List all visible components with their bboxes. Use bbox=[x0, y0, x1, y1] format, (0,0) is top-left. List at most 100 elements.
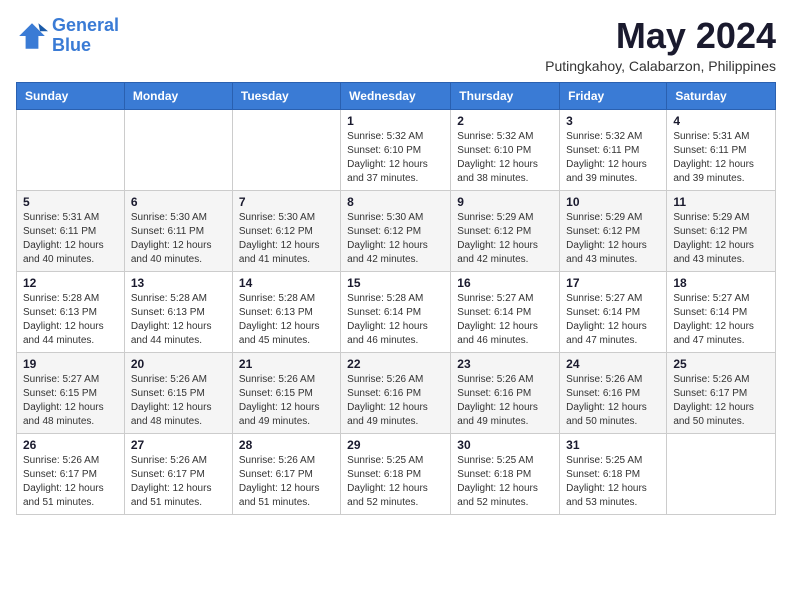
calendar-cell: 23 Sunrise: 5:26 AM Sunset: 6:16 PM Dayli… bbox=[451, 352, 560, 433]
day-number: 4 bbox=[673, 114, 769, 128]
day-number: 6 bbox=[131, 195, 226, 209]
calendar-cell: 1Sunrise: 5:32 AM Sunset: 6:10 PM Daylig… bbox=[341, 109, 451, 190]
day-info: Sunrise: 5:27 AM Sunset: 6:15 PM Dayligh… bbox=[23, 373, 118, 429]
day-number: 17 bbox=[566, 276, 660, 290]
calendar-cell: 31 Sunrise: 5:25 AM Sunset: 6:18 PM Dayli… bbox=[560, 433, 667, 514]
calendar-cell: 25 Sunrise: 5:26 AM Sunset: 6:17 PM Dayli… bbox=[667, 352, 776, 433]
day-number: 3 bbox=[566, 114, 660, 128]
day-number: 26 bbox=[23, 438, 118, 452]
header-saturday: Saturday bbox=[667, 82, 776, 109]
calendar-cell: 9 Sunrise: 5:29 AM Sunset: 6:12 PM Daylig… bbox=[451, 190, 560, 271]
day-number: 29 bbox=[347, 438, 444, 452]
day-number: 21 bbox=[239, 357, 334, 371]
day-info: Sunrise: 5:30 AM Sunset: 6:12 PM Dayligh… bbox=[239, 211, 334, 267]
day-info: Sunrise: 5:29 AM Sunset: 6:12 PM Dayligh… bbox=[457, 211, 553, 267]
calendar-week-4: 19 Sunrise: 5:27 AM Sunset: 6:15 PM Dayli… bbox=[17, 352, 776, 433]
calendar-cell: 16 Sunrise: 5:27 AM Sunset: 6:14 PM Dayli… bbox=[451, 271, 560, 352]
day-info: Sunrise: 5:31 AM Sunset: 6:11 PM Dayligh… bbox=[23, 211, 118, 267]
day-number: 20 bbox=[131, 357, 226, 371]
calendar-week-1: 1Sunrise: 5:32 AM Sunset: 6:10 PM Daylig… bbox=[17, 109, 776, 190]
day-info: Sunrise: 5:26 AM Sunset: 6:15 PM Dayligh… bbox=[131, 373, 226, 429]
day-number: 27 bbox=[131, 438, 226, 452]
day-number: 24 bbox=[566, 357, 660, 371]
calendar-cell: 13Sunrise: 5:28 AM Sunset: 6:13 PM Dayli… bbox=[124, 271, 232, 352]
day-number: 13 bbox=[131, 276, 226, 290]
calendar-cell: 17 Sunrise: 5:27 AM Sunset: 6:14 PM Dayli… bbox=[560, 271, 667, 352]
day-number: 12 bbox=[23, 276, 118, 290]
calendar-cell: 2 Sunrise: 5:32 AM Sunset: 6:10 PM Daylig… bbox=[451, 109, 560, 190]
day-info: Sunrise: 5:32 AM Sunset: 6:10 PM Dayligh… bbox=[457, 130, 553, 186]
calendar-cell: 28 Sunrise: 5:26 AM Sunset: 6:17 PM Dayli… bbox=[232, 433, 340, 514]
day-info: Sunrise: 5:26 AM Sunset: 6:16 PM Dayligh… bbox=[566, 373, 660, 429]
calendar-header-row: SundayMondayTuesdayWednesdayThursdayFrid… bbox=[17, 82, 776, 109]
day-info: Sunrise: 5:29 AM Sunset: 6:12 PM Dayligh… bbox=[673, 211, 769, 267]
day-number: 19 bbox=[23, 357, 118, 371]
calendar-cell: 29Sunrise: 5:25 AM Sunset: 6:18 PM Dayli… bbox=[341, 433, 451, 514]
calendar-cell bbox=[667, 433, 776, 514]
calendar-cell: 4 Sunrise: 5:31 AM Sunset: 6:11 PM Daylig… bbox=[667, 109, 776, 190]
day-info: Sunrise: 5:28 AM Sunset: 6:13 PM Dayligh… bbox=[239, 292, 334, 348]
day-number: 25 bbox=[673, 357, 769, 371]
day-info: Sunrise: 5:31 AM Sunset: 6:11 PM Dayligh… bbox=[673, 130, 769, 186]
day-number: 31 bbox=[566, 438, 660, 452]
day-info: Sunrise: 5:26 AM Sunset: 6:17 PM Dayligh… bbox=[673, 373, 769, 429]
header-friday: Friday bbox=[560, 82, 667, 109]
day-number: 28 bbox=[239, 438, 334, 452]
day-number: 30 bbox=[457, 438, 553, 452]
calendar-cell bbox=[232, 109, 340, 190]
header-wednesday: Wednesday bbox=[341, 82, 451, 109]
day-info: Sunrise: 5:26 AM Sunset: 6:16 PM Dayligh… bbox=[457, 373, 553, 429]
day-info: Sunrise: 5:26 AM Sunset: 6:17 PM Dayligh… bbox=[131, 454, 226, 510]
logo-icon bbox=[16, 20, 48, 52]
day-number: 15 bbox=[347, 276, 444, 290]
day-info: Sunrise: 5:25 AM Sunset: 6:18 PM Dayligh… bbox=[457, 454, 553, 510]
day-info: Sunrise: 5:30 AM Sunset: 6:12 PM Dayligh… bbox=[347, 211, 444, 267]
calendar-cell: 10 Sunrise: 5:29 AM Sunset: 6:12 PM Dayli… bbox=[560, 190, 667, 271]
day-info: Sunrise: 5:26 AM Sunset: 6:17 PM Dayligh… bbox=[23, 454, 118, 510]
day-number: 5 bbox=[23, 195, 118, 209]
title-block: May 2024 Putingkahoy, Calabarzon, Philip… bbox=[545, 16, 776, 74]
logo-text: General Blue bbox=[52, 16, 119, 56]
calendar-cell: 19 Sunrise: 5:27 AM Sunset: 6:15 PM Dayli… bbox=[17, 352, 125, 433]
day-info: Sunrise: 5:25 AM Sunset: 6:18 PM Dayligh… bbox=[566, 454, 660, 510]
day-number: 18 bbox=[673, 276, 769, 290]
day-info: Sunrise: 5:27 AM Sunset: 6:14 PM Dayligh… bbox=[566, 292, 660, 348]
day-number: 11 bbox=[673, 195, 769, 209]
day-info: Sunrise: 5:26 AM Sunset: 6:16 PM Dayligh… bbox=[347, 373, 444, 429]
day-number: 22 bbox=[347, 357, 444, 371]
calendar-cell: 18 Sunrise: 5:27 AM Sunset: 6:14 PM Dayli… bbox=[667, 271, 776, 352]
day-number: 23 bbox=[457, 357, 553, 371]
calendar-week-2: 5 Sunrise: 5:31 AM Sunset: 6:11 PM Daylig… bbox=[17, 190, 776, 271]
calendar-cell: 20 Sunrise: 5:26 AM Sunset: 6:15 PM Dayli… bbox=[124, 352, 232, 433]
day-info: Sunrise: 5:27 AM Sunset: 6:14 PM Dayligh… bbox=[673, 292, 769, 348]
calendar-cell: 3Sunrise: 5:32 AM Sunset: 6:11 PM Daylig… bbox=[560, 109, 667, 190]
calendar-cell: 11 Sunrise: 5:29 AM Sunset: 6:12 PM Dayli… bbox=[667, 190, 776, 271]
day-info: Sunrise: 5:28 AM Sunset: 6:14 PM Dayligh… bbox=[347, 292, 444, 348]
day-number: 16 bbox=[457, 276, 553, 290]
calendar-cell bbox=[17, 109, 125, 190]
day-info: Sunrise: 5:29 AM Sunset: 6:12 PM Dayligh… bbox=[566, 211, 660, 267]
day-number: 9 bbox=[457, 195, 553, 209]
header-tuesday: Tuesday bbox=[232, 82, 340, 109]
calendar-week-5: 26 Sunrise: 5:26 AM Sunset: 6:17 PM Dayli… bbox=[17, 433, 776, 514]
day-info: Sunrise: 5:30 AM Sunset: 6:11 PM Dayligh… bbox=[131, 211, 226, 267]
calendar-cell bbox=[124, 109, 232, 190]
calendar-cell: 5 Sunrise: 5:31 AM Sunset: 6:11 PM Daylig… bbox=[17, 190, 125, 271]
day-number: 10 bbox=[566, 195, 660, 209]
calendar-cell: 12 Sunrise: 5:28 AM Sunset: 6:13 PM Dayli… bbox=[17, 271, 125, 352]
day-info: Sunrise: 5:28 AM Sunset: 6:13 PM Dayligh… bbox=[23, 292, 118, 348]
day-number: 2 bbox=[457, 114, 553, 128]
day-info: Sunrise: 5:27 AM Sunset: 6:14 PM Dayligh… bbox=[457, 292, 553, 348]
calendar-cell: 6 Sunrise: 5:30 AM Sunset: 6:11 PM Daylig… bbox=[124, 190, 232, 271]
month-title: May 2024 bbox=[545, 16, 776, 56]
calendar-cell: 15 Sunrise: 5:28 AM Sunset: 6:14 PM Dayli… bbox=[341, 271, 451, 352]
day-info: Sunrise: 5:32 AM Sunset: 6:10 PM Dayligh… bbox=[347, 130, 444, 186]
day-info: Sunrise: 5:26 AM Sunset: 6:17 PM Dayligh… bbox=[239, 454, 334, 510]
calendar-cell: 26 Sunrise: 5:26 AM Sunset: 6:17 PM Dayli… bbox=[17, 433, 125, 514]
location: Putingkahoy, Calabarzon, Philippines bbox=[545, 58, 776, 74]
day-number: 8 bbox=[347, 195, 444, 209]
calendar-cell: 27 Sunrise: 5:26 AM Sunset: 6:17 PM Dayli… bbox=[124, 433, 232, 514]
page-header: General Blue May 2024 Putingkahoy, Calab… bbox=[16, 16, 776, 74]
header-monday: Monday bbox=[124, 82, 232, 109]
calendar-cell: 22 Sunrise: 5:26 AM Sunset: 6:16 PM Dayli… bbox=[341, 352, 451, 433]
